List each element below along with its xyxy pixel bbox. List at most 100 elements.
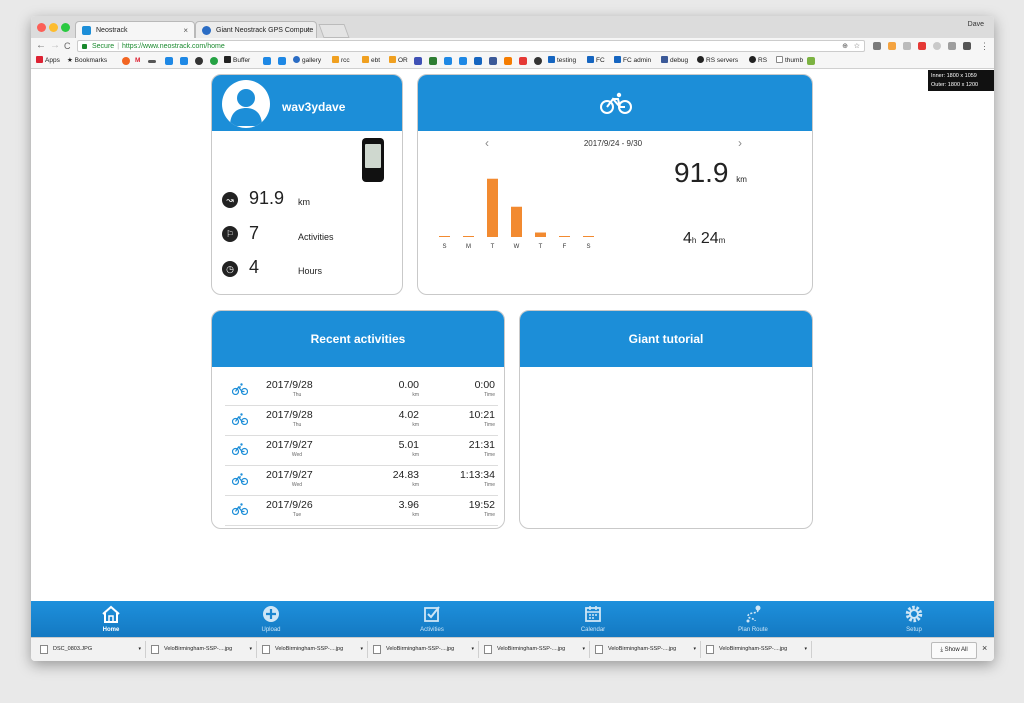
download-menu-icon[interactable]: ▾: [138, 641, 141, 658]
bookmark-rs-servers[interactable]: RS servers: [697, 54, 738, 68]
extension-icon[interactable]: [963, 42, 971, 50]
android-icon[interactable]: [807, 57, 815, 65]
next-week-button[interactable]: ›: [738, 136, 742, 150]
bookmark-favicon-icon[interactable]: [429, 57, 437, 65]
bookmark-fc-admin[interactable]: FC admin: [614, 54, 651, 68]
bookmark-favicon-icon[interactable]: [148, 60, 156, 63]
bookmark-favicon-icon[interactable]: [195, 57, 203, 65]
activity-row[interactable]: 2017/9/27 Wed 24.83 km 1:13:34 Time: [225, 465, 498, 496]
bookmark-favicon-icon[interactable]: [489, 57, 497, 65]
bookmark-favicon-icon[interactable]: [444, 57, 452, 65]
minimize-window-button[interactable]: [49, 23, 58, 32]
nav-upload[interactable]: Upload: [231, 601, 311, 637]
nav-activities-label: Activities: [420, 627, 444, 633]
bookmark-fc[interactable]: FC: [587, 54, 605, 68]
bookmark-favicon-icon[interactable]: [414, 57, 422, 65]
download-item[interactable]: VeloBirmingham-SSP-....jpg ▾: [590, 641, 701, 658]
download-menu-icon[interactable]: ▾: [249, 641, 252, 658]
tab-neostrack[interactable]: Neostrack ×: [75, 21, 195, 38]
bookmark-favicon-icon[interactable]: [534, 57, 542, 65]
giant-tutorial-title[interactable]: Giant tutorial: [520, 311, 812, 367]
download-item[interactable]: VeloBirmingham-SSP-....jpg ▾: [701, 641, 812, 658]
extension-icon[interactable]: [948, 42, 956, 50]
nav-home[interactable]: Home: [71, 601, 151, 637]
weekly-distance-chart: SMTWTFS: [439, 178, 594, 250]
close-shelf-icon[interactable]: ×: [982, 643, 987, 653]
gmail-icon[interactable]: M: [135, 54, 140, 68]
activity-row[interactable]: 2017/9/28 Thu 4.02 km 10:21 Time: [225, 405, 498, 436]
reload-icon[interactable]: C: [64, 40, 71, 52]
close-window-button[interactable]: [37, 23, 46, 32]
bookmark-rcc[interactable]: rcc: [332, 54, 350, 68]
activity-distance: 24.83: [392, 469, 419, 481]
bookmark-favicon-icon[interactable]: [210, 57, 218, 65]
browser-user-name[interactable]: Dave: [968, 21, 984, 28]
bookmark-star-icon[interactable]: ☆: [854, 41, 860, 53]
bookmark-favicon-icon[interactable]: [519, 57, 527, 65]
avatar[interactable]: [222, 80, 270, 128]
bookmark-favicon-icon[interactable]: [180, 57, 188, 65]
back-icon[interactable]: ←: [36, 40, 46, 52]
bookmark-apps[interactable]: Apps: [36, 54, 60, 68]
location-target-icon[interactable]: ⊕: [842, 41, 848, 53]
nav-home-label: Home: [102, 627, 120, 633]
show-all-downloads-button[interactable]: ⤓ Show All: [931, 642, 977, 659]
tab-giant-neostrack[interactable]: Giant Neostrack GPS Compute ×: [195, 21, 317, 38]
nav-activities[interactable]: Activities: [392, 601, 472, 637]
activity-time-label: Time: [484, 392, 495, 398]
extension-icon[interactable]: [873, 42, 881, 50]
nav-setup[interactable]: Setup: [874, 601, 954, 637]
activity-row[interactable]: 2017/9/28 Thu 0.00 km 0:00 Time: [225, 375, 498, 406]
bookmark-favicon-icon[interactable]: [165, 57, 173, 65]
extension-icon[interactable]: [933, 42, 941, 50]
bookmark-buffer[interactable]: Buffer: [224, 54, 250, 68]
previous-week-button[interactable]: ‹: [485, 136, 489, 150]
activity-row[interactable]: 2017/9/27 Wed 5.01 km 21:31 Time: [225, 435, 498, 466]
tab-label: Giant Neostrack GPS Compute: [216, 27, 314, 34]
file-icon: [40, 645, 48, 654]
download-menu-icon[interactable]: ▾: [582, 641, 585, 658]
new-tab-button[interactable]: [318, 24, 350, 38]
tab-close-icon[interactable]: ×: [183, 22, 188, 39]
bookmark-bookmarks[interactable]: ★ Bookmarks: [67, 54, 107, 68]
bookmark-gallery[interactable]: gallery: [293, 54, 321, 68]
maximize-window-button[interactable]: [61, 23, 70, 32]
activity-distance: 0.00: [398, 379, 419, 391]
nav-calendar[interactable]: Calendar: [553, 601, 633, 637]
file-icon: [262, 645, 270, 654]
forward-icon[interactable]: →: [50, 40, 60, 52]
bookmark-favicon-icon[interactable]: [122, 57, 130, 65]
bookmark-ebt[interactable]: ebt: [362, 54, 380, 68]
bookmark-favicon-icon[interactable]: [263, 57, 271, 65]
bookmark-or[interactable]: OR: [389, 54, 408, 68]
tab-close-icon[interactable]: ×: [305, 22, 310, 39]
download-item[interactable]: DSC_0803.JPG ▾: [35, 641, 146, 658]
bookmark-favicon-icon[interactable]: [278, 57, 286, 65]
bookmark-thumb[interactable]: thumb: [776, 54, 803, 68]
extension-icon[interactable]: [888, 42, 896, 50]
download-item[interactable]: VeloBirmingham-SSP-....jpg ▾: [368, 641, 479, 658]
bookmark-favicon-icon[interactable]: [474, 57, 482, 65]
activity-row[interactable]: 2017/9/26 Tue 3.96 km 19:52 Time: [225, 495, 498, 526]
download-menu-icon[interactable]: ▾: [804, 641, 807, 658]
bookmark-debug[interactable]: debug: [661, 54, 688, 68]
chart-bar: [535, 232, 546, 237]
download-menu-icon[interactable]: ▾: [693, 641, 696, 658]
nav-plan-route[interactable]: Plan Route: [713, 601, 793, 637]
download-item[interactable]: VeloBirmingham-SSP-....jpg ▾: [257, 641, 368, 658]
download-menu-icon[interactable]: ▾: [471, 641, 474, 658]
download-item[interactable]: VeloBirmingham-SSP-....jpg ▾: [479, 641, 590, 658]
download-item[interactable]: VeloBirmingham-SSP-....jpg ▾: [146, 641, 257, 658]
bookmark-favicon-icon[interactable]: [459, 57, 467, 65]
nav-setup-label: Setup: [906, 627, 922, 633]
bookmark-favicon-icon[interactable]: [504, 57, 512, 65]
stat-activities-unit: Activities: [298, 232, 334, 242]
extension-icon[interactable]: [918, 42, 926, 50]
bookmark-testing[interactable]: testing: [548, 54, 576, 68]
address-bar[interactable]: Secure | https://www.neostrack.com/home ⊕ …: [77, 40, 865, 52]
menu-kebab-icon[interactable]: ⋮: [980, 40, 989, 52]
extension-icon[interactable]: [903, 42, 911, 50]
nav-calendar-label: Calendar: [580, 627, 606, 633]
bookmark-rs[interactable]: RS: [749, 54, 767, 68]
download-menu-icon[interactable]: ▾: [360, 641, 363, 658]
